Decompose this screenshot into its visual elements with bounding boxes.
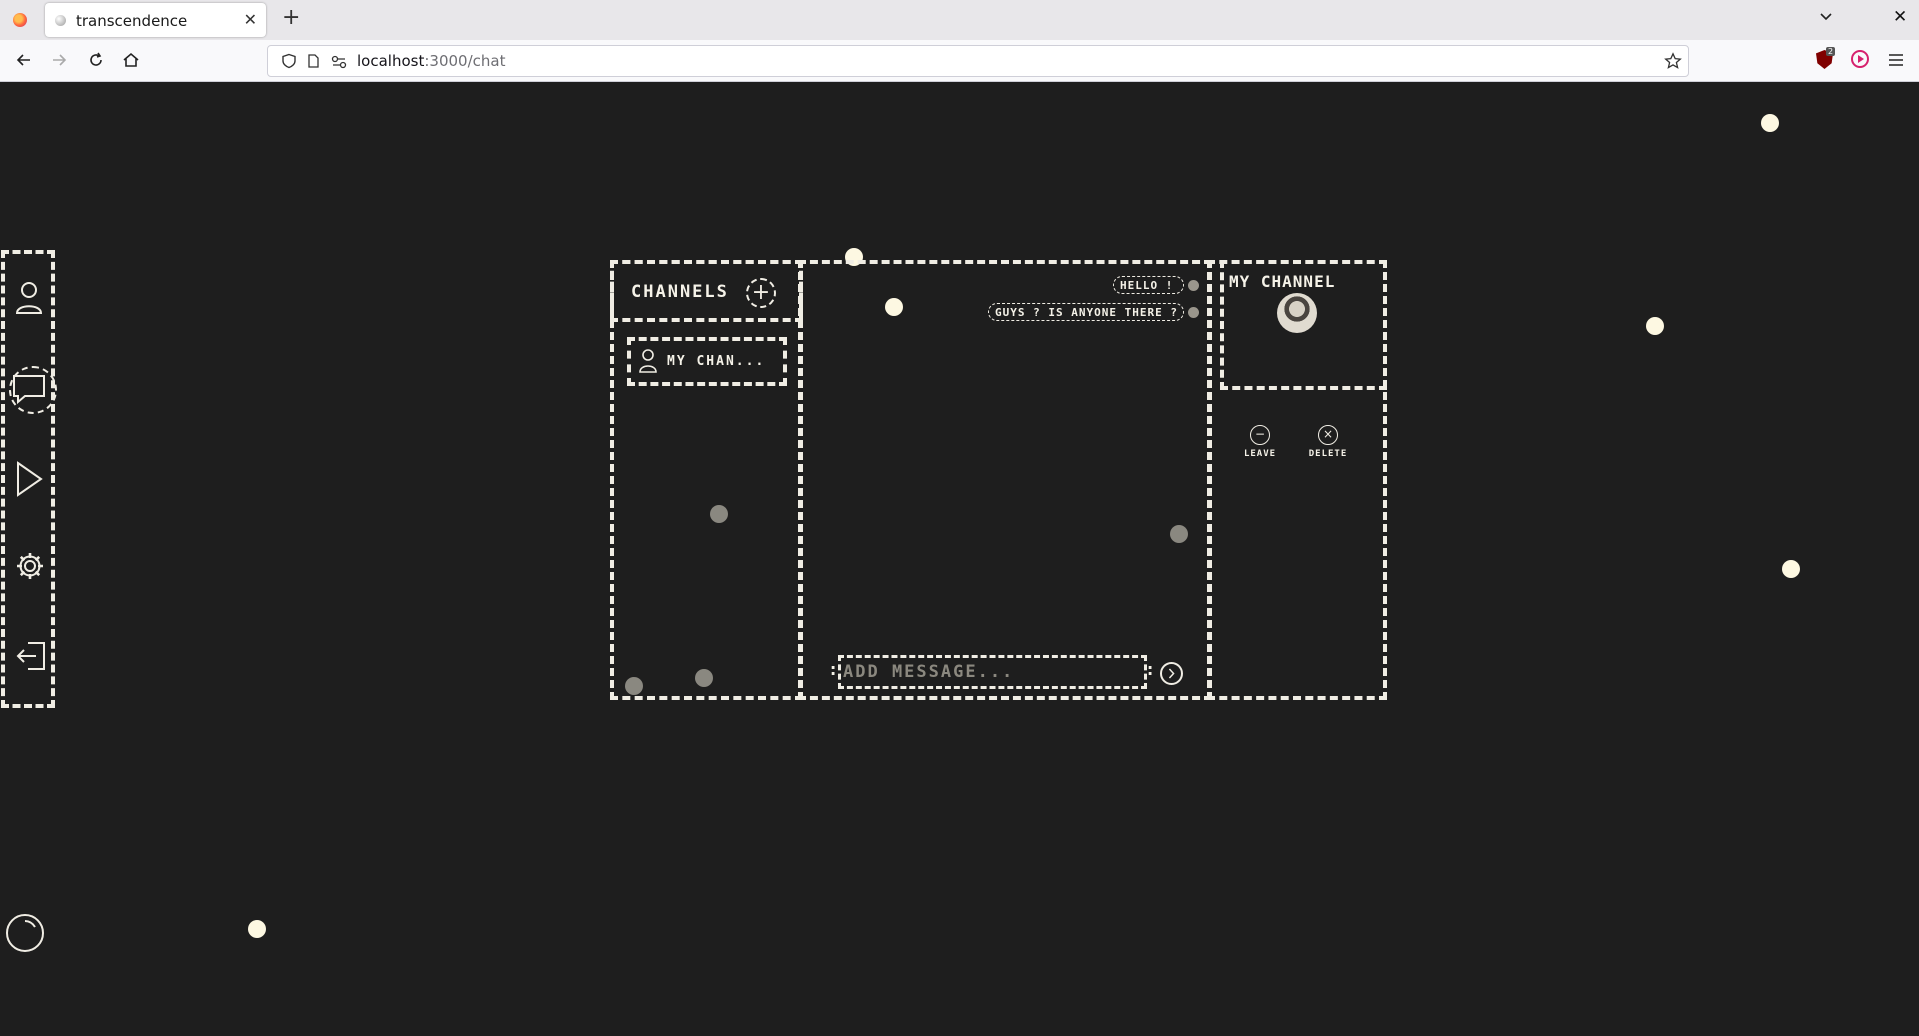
back-arrow-icon[interactable] bbox=[14, 50, 34, 70]
sender-avatar[interactable] bbox=[1188, 307, 1199, 318]
message-bubble: GUYS ? IS ANYONE THERE ? bbox=[988, 303, 1184, 321]
reload-icon[interactable] bbox=[86, 50, 106, 70]
permissions-icon[interactable] bbox=[331, 54, 347, 70]
tab-title: transcendence bbox=[76, 12, 188, 30]
user-icon bbox=[639, 349, 657, 373]
gear-icon[interactable] bbox=[14, 550, 46, 582]
page-icon[interactable] bbox=[305, 53, 321, 69]
browser-tab-bar: transcendence ✕ + ✕ bbox=[0, 0, 1919, 40]
hamburger-menu-icon[interactable] bbox=[1887, 51, 1905, 69]
floating-dot bbox=[1646, 317, 1664, 335]
leave-label: LEAVE bbox=[1243, 449, 1277, 459]
url-text[interactable]: localhost:3000/chat bbox=[357, 52, 505, 70]
floating-dot bbox=[248, 920, 266, 938]
leave-button[interactable]: − LEAVE bbox=[1230, 425, 1290, 459]
shield-icon[interactable] bbox=[281, 53, 297, 69]
forward-arrow-icon[interactable] bbox=[49, 50, 69, 70]
bookmark-star-icon[interactable] bbox=[1664, 52, 1682, 70]
extension-badge: 2 bbox=[1826, 47, 1836, 56]
channels-panel bbox=[610, 260, 803, 700]
plus-icon: + bbox=[751, 280, 771, 305]
media-extension-icon[interactable] bbox=[1851, 50, 1869, 68]
delete-label: DELETE bbox=[1308, 449, 1348, 459]
tab-close-icon[interactable]: ✕ bbox=[244, 10, 257, 29]
message-bubble: HELLO ! bbox=[1113, 276, 1184, 294]
messages-panel bbox=[798, 260, 1212, 700]
add-channel-button[interactable]: + bbox=[746, 278, 776, 308]
channel-owner-avatar[interactable] bbox=[1277, 293, 1317, 333]
channels-title: CHANNELS bbox=[631, 282, 729, 302]
user-icon[interactable] bbox=[14, 280, 44, 316]
play-icon[interactable] bbox=[14, 460, 44, 498]
channel-name: MY CHAN... bbox=[667, 354, 766, 369]
message-input[interactable] bbox=[838, 655, 1147, 689]
home-icon[interactable] bbox=[121, 50, 141, 70]
input-bracket-right: : bbox=[1145, 660, 1156, 680]
close-circle-icon: × bbox=[1318, 425, 1338, 445]
side-navigation bbox=[1, 250, 57, 708]
input-bracket-left: : bbox=[828, 660, 839, 680]
firefox-icon[interactable] bbox=[13, 13, 27, 27]
new-tab-icon[interactable]: + bbox=[282, 5, 300, 30]
window-close-icon[interactable]: ✕ bbox=[1893, 7, 1907, 27]
chat-icon[interactable] bbox=[11, 372, 47, 406]
channel-info-title: MY CHANNEL bbox=[1229, 272, 1336, 291]
delete-button[interactable]: × DELETE bbox=[1298, 425, 1358, 459]
logout-icon[interactable] bbox=[14, 640, 48, 672]
floating-dot bbox=[1761, 114, 1779, 132]
browser-tab[interactable]: transcendence ✕ bbox=[45, 3, 266, 37]
tab-list-chevron-icon[interactable] bbox=[1818, 9, 1834, 25]
url-bar[interactable]: localhost:3000/chat bbox=[267, 45, 1689, 77]
loading-spinner-icon bbox=[6, 914, 44, 952]
minus-circle-icon: − bbox=[1250, 425, 1270, 445]
tab-favicon-icon bbox=[55, 15, 66, 26]
send-arrow-icon[interactable] bbox=[1160, 662, 1183, 685]
browser-nav-bar: localhost:3000/chat 2 bbox=[0, 40, 1919, 82]
sender-avatar[interactable] bbox=[1188, 280, 1199, 291]
floating-dot bbox=[1782, 560, 1800, 578]
